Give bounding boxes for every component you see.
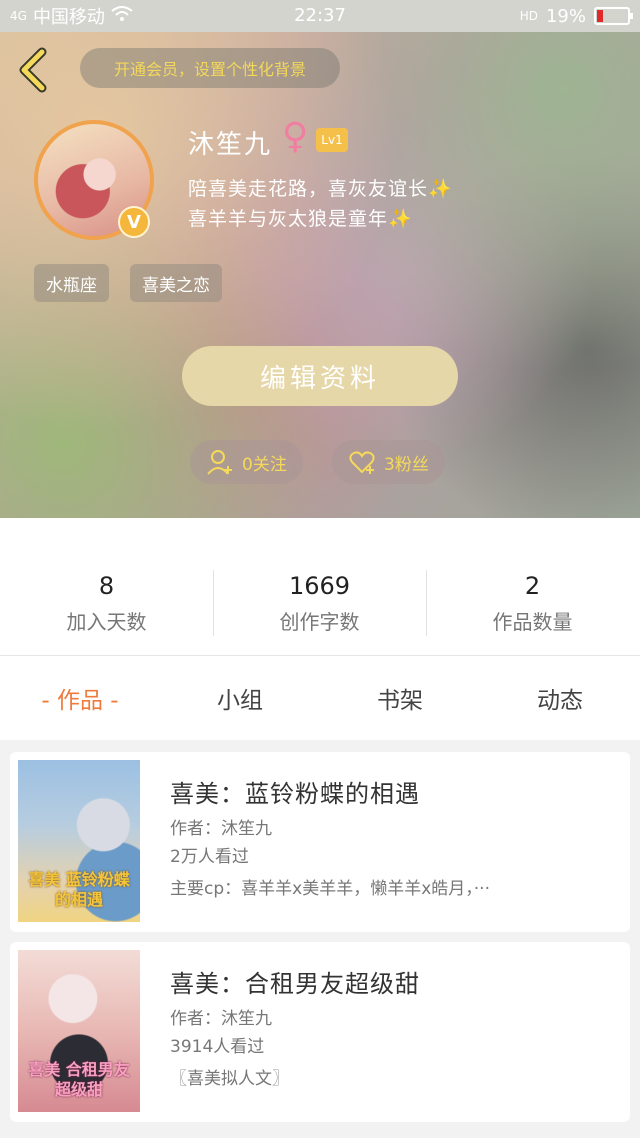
username: 沐笙九 — [188, 130, 273, 160]
chevron-left-icon — [19, 47, 47, 93]
stat-days-value: 8 — [98, 572, 115, 600]
fans-button[interactable]: 3粉丝 — [332, 440, 445, 484]
book-views: 3914人看过 — [170, 1037, 265, 1057]
vip-banner[interactable]: 开通会员，设置个性化背景 — [80, 48, 340, 88]
book-title: 喜美：蓝铃粉蝶的相遇 — [170, 780, 420, 808]
female-gender-icon: ♀ — [282, 116, 309, 157]
battery-icon — [594, 7, 633, 25]
status-bar: 4G 中国移动 22:37 HD 19% — [0, 0, 640, 32]
book-cover: 喜美 合租男友 超级甜 — [18, 950, 140, 1112]
following-label: 0关注 — [242, 454, 287, 475]
bio-line-2: 喜羊羊与灰太狼是童年✨ — [188, 208, 413, 230]
tag-zodiac[interactable]: 水瓶座 — [34, 264, 109, 302]
stat-words-value: 1669 — [288, 572, 351, 600]
status-time: 22:37 — [294, 5, 346, 26]
level-badge: Lv1 — [316, 128, 348, 152]
stat-words: 1669 创作字数 — [213, 572, 426, 635]
stat-works-value: 2 — [524, 572, 541, 600]
book-card[interactable]: 喜美 合租男友 超级甜 喜美：合租男友超级甜 作者：沐笙九 3914人看过 〖喜… — [10, 942, 630, 1122]
cover-title: 喜美 合租男友 超级甜 — [28, 1060, 130, 1099]
book-extra: 〖喜美拟人文〗 — [170, 1069, 289, 1089]
vip-badge: V — [118, 206, 150, 238]
avatar[interactable]: V — [34, 120, 154, 240]
stat-works-label: 作品数量 — [492, 610, 573, 634]
heart-plus-icon — [349, 451, 375, 474]
book-title: 喜美：合租男友超级甜 — [170, 970, 420, 998]
bio-line-1: 陪喜美走花路，喜灰友谊长✨ — [188, 178, 453, 200]
tag-interest[interactable]: 喜美之恋 — [130, 264, 222, 302]
back-button[interactable] — [16, 46, 52, 94]
tab-bookshelf[interactable]: 书架 — [320, 656, 480, 740]
add-user-icon — [207, 450, 232, 475]
stat-days: 8 加入天数 — [0, 572, 213, 635]
book-card[interactable]: 喜美 蓝铃粉蝶 的相遇 喜美：蓝铃粉蝶的相遇 作者：沐笙九 2万人看过 主要cp… — [10, 752, 630, 932]
book-views: 2万人看过 — [170, 847, 249, 867]
book-author: 作者：沐笙九 — [170, 819, 272, 839]
profile-header: 开通会员，设置个性化背景 V 沐笙九 ♀ Lv1 陪喜美走花路，喜灰友谊长✨ 喜… — [0, 32, 640, 518]
battery-fill — [597, 10, 603, 22]
stats-panel: 8 加入天数 1669 创作字数 2 作品数量 — [0, 518, 640, 656]
stat-days-label: 加入天数 — [66, 610, 147, 634]
cover-title: 喜美 蓝铃粉蝶 的相遇 — [28, 870, 130, 909]
bio: 陪喜美走花路，喜灰友谊长✨ 喜羊羊与灰太狼是童年✨ — [188, 174, 453, 234]
book-extra: 主要cp：喜羊羊x美羊羊，懒羊羊x皓月，··· — [170, 879, 490, 899]
tab-activity[interactable]: 动态 — [480, 656, 640, 740]
profile-tabs: - 作品 - 小组 书架 动态 — [0, 656, 640, 740]
tab-groups[interactable]: 小组 — [160, 656, 320, 740]
fans-label: 3粉丝 — [384, 454, 429, 475]
stat-works: 2 作品数量 — [426, 572, 639, 635]
tab-works[interactable]: - 作品 - — [0, 656, 160, 740]
book-author: 作者：沐笙九 — [170, 1009, 272, 1029]
book-cover: 喜美 蓝铃粉蝶 的相遇 — [18, 760, 140, 922]
stat-words-label: 创作字数 — [279, 610, 360, 634]
edit-profile-button[interactable]: 编辑资料 — [182, 346, 458, 406]
following-button[interactable]: 0关注 — [190, 440, 303, 484]
